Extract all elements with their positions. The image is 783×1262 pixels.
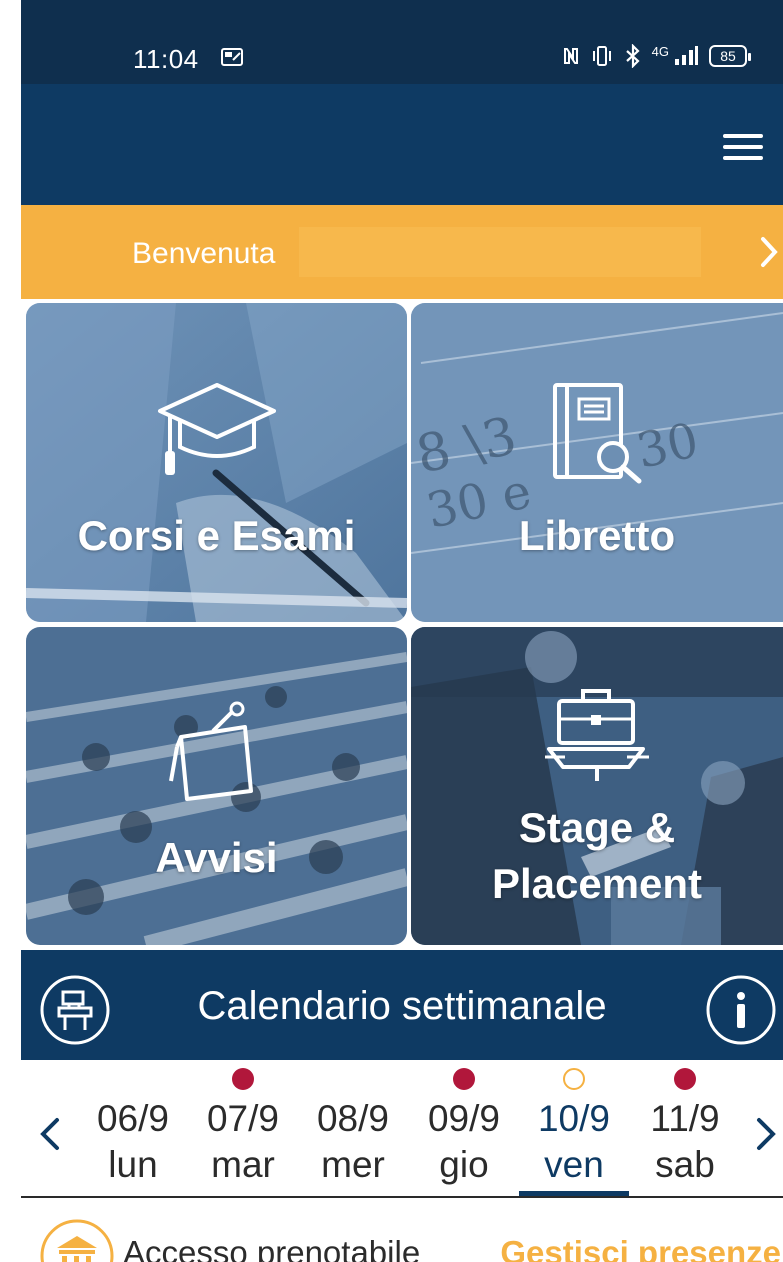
tile-label-line1: Stage & (518, 804, 676, 851)
graduation-cap-icon (157, 383, 276, 475)
event-dot (232, 1068, 254, 1090)
battery-indicator: 85 (709, 45, 751, 67)
day-item-selected[interactable]: 10/9 ven (519, 1060, 629, 1196)
weekly-calendar: 06/9 lun 07/9 mar 08/9 mer 09/9 gio 10/9… (21, 1060, 783, 1198)
status-bar: 11:04 4G 85 (21, 0, 783, 84)
day-name: lun (108, 1144, 158, 1185)
event-dot-hollow (563, 1068, 585, 1090)
day-name: sab (655, 1144, 715, 1185)
day-date: 08/9 (316, 1098, 389, 1139)
tile-corsi-esami[interactable]: Corsi e Esami (26, 303, 407, 622)
day-item[interactable]: 06/9 lun (78, 1060, 188, 1196)
chevron-right-icon[interactable] (759, 235, 781, 269)
app-screen: 11:04 4G 85 Benvenuta Corsi e Esami 8 \3… (21, 0, 783, 1262)
briefcase-icon (545, 689, 649, 781)
building-icon (40, 1219, 114, 1262)
lesson-row: Accesso prenotabile Gestisci presenze (21, 1212, 783, 1262)
user-name-redacted (299, 227, 701, 277)
day-date: 06/9 (96, 1098, 169, 1139)
welcome-bar[interactable]: Benvenuta (21, 205, 783, 299)
notice-icon (168, 701, 253, 801)
bluetooth-icon (625, 44, 640, 68)
day-date: 11/9 (650, 1098, 720, 1139)
message-notification-icon (221, 48, 243, 66)
welcome-text: Benvenuta (132, 237, 276, 270)
day-item[interactable]: 09/9 gio (409, 1060, 519, 1196)
status-time: 11:04 (133, 44, 199, 74)
day-name: mer (321, 1144, 385, 1185)
day-date: 10/9 (537, 1098, 610, 1139)
day-name: gio (439, 1144, 489, 1185)
vibrate-icon (592, 46, 611, 66)
calendar-title: Calendario settimanale (197, 984, 607, 1028)
app-header (21, 84, 783, 205)
tile-label: Corsi e Esami (77, 512, 356, 559)
tile-label-line2: Placement (491, 860, 703, 907)
nfc-icon (563, 48, 578, 64)
event-dot (674, 1068, 696, 1090)
day-name: mar (211, 1144, 275, 1185)
chevron-right-icon[interactable] (755, 1116, 779, 1152)
chevron-left-icon[interactable] (37, 1116, 61, 1152)
status-icons: 4G 85 (562, 44, 751, 68)
signal-icon (675, 46, 698, 65)
day-item[interactable]: 08/9 mer (298, 1060, 408, 1196)
network-type: 4G (651, 44, 669, 59)
day-date: 09/9 (427, 1098, 500, 1139)
booklet-search-icon (553, 383, 642, 484)
day-name: ven (544, 1144, 604, 1185)
manage-attendance-link[interactable]: Gestisci presenze (500, 1234, 781, 1262)
tile-libretto[interactable]: 8 \3 30 e 30 Libretto (411, 303, 783, 622)
day-item[interactable]: 07/9 mar (188, 1060, 298, 1196)
tile-stage-placement[interactable]: Stage & Placement (411, 627, 783, 945)
tile-label: Libretto (518, 512, 676, 559)
tile-avvisi[interactable]: Avvisi (26, 627, 407, 945)
tile-label: Avvisi (155, 834, 278, 881)
event-dot (453, 1068, 475, 1090)
day-item[interactable]: 11/9 sab (630, 1060, 740, 1196)
hamburger-menu-icon[interactable] (723, 134, 763, 160)
day-date: 07/9 (206, 1098, 279, 1139)
lesson-status-text: Accesso prenotabile (123, 1234, 421, 1262)
info-icon[interactable] (705, 974, 777, 1046)
calendar-header: Calendario settimanale (21, 950, 783, 1060)
